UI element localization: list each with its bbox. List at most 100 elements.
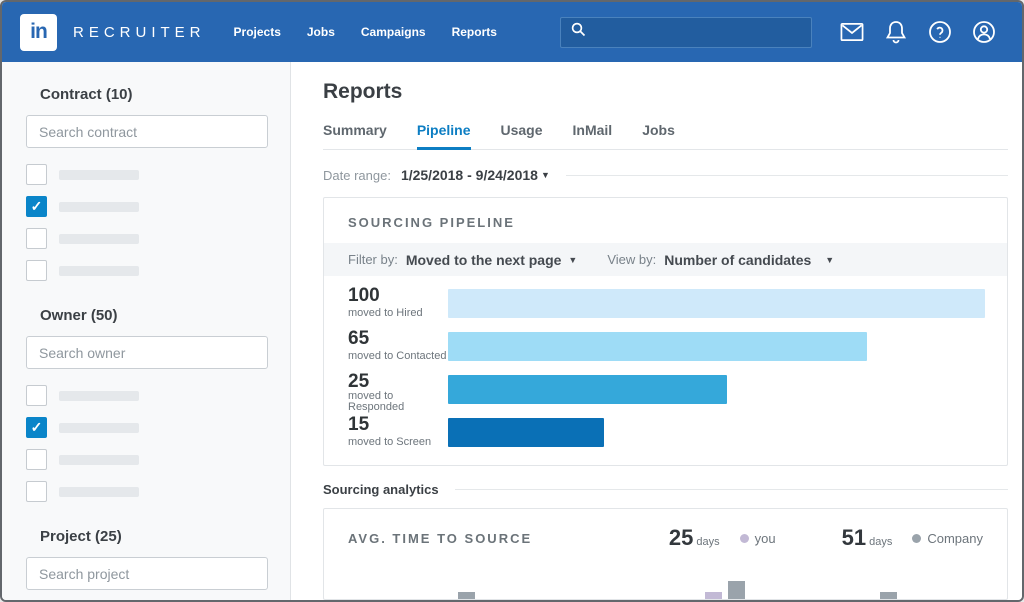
list-item [26, 228, 268, 249]
app-window: in RECRUITER Projects Jobs Campaigns Rep… [0, 0, 1024, 602]
contract-checkbox-3[interactable] [26, 228, 47, 249]
pipeline-filter-bar: Filter by: Moved to the next page ▼ View… [324, 243, 1007, 276]
brand-name: RECRUITER [73, 24, 206, 41]
view-by-dropdown[interactable]: Number of candidates [664, 252, 811, 268]
filter-section-project: Project (25) [26, 528, 268, 590]
sourcing-analytics-row: Sourcing analytics [323, 482, 1008, 497]
bar-track [448, 289, 985, 318]
tab-pipeline[interactable]: Pipeline [417, 122, 471, 149]
nav-link-jobs[interactable]: Jobs [307, 25, 335, 39]
nav-link-campaigns[interactable]: Campaigns [361, 25, 426, 39]
linkedin-logo-icon[interactable]: in [20, 14, 57, 51]
pipeline-stage-label: moved to Hired [348, 308, 448, 319]
contract-checkbox-4[interactable] [26, 260, 47, 281]
pipeline-stage-label: moved to Screen [348, 437, 448, 448]
search-owner-input[interactable] [26, 336, 268, 369]
you-days-unit: days [696, 536, 719, 548]
pipeline-stage-label: moved to Contacted [348, 351, 448, 362]
pipeline-row-meta: 100 moved to Hired [348, 286, 448, 319]
tab-jobs[interactable]: Jobs [642, 122, 675, 149]
pipeline-row-hired: 100 moved to Hired [348, 289, 985, 319]
pipeline-value: 65 [348, 329, 448, 348]
tab-summary[interactable]: Summary [323, 122, 387, 149]
contract-options-list [26, 164, 268, 281]
you-days-value: 25 [669, 525, 693, 551]
profile-icon[interactable] [972, 20, 996, 44]
chevron-down-icon[interactable]: ▼ [541, 170, 550, 180]
page-title: Reports [323, 80, 1008, 104]
pipeline-row-screen: 15 moved to Screen [348, 418, 985, 448]
bar-track [448, 418, 985, 447]
avg-time-to-source-card: AVG. TIME TO SOURCE 25 days you 51 days [323, 508, 1008, 600]
contract-option-label [59, 266, 139, 276]
bell-icon[interactable] [884, 20, 908, 44]
logo-text: in [30, 20, 47, 44]
owner-checkbox-1[interactable] [26, 385, 47, 406]
contract-option-label [59, 170, 139, 180]
legend-item-company: 51 days Company [842, 525, 983, 551]
sourcing-analytics-label: Sourcing analytics [323, 482, 439, 497]
owner-checkbox-2[interactable] [26, 417, 47, 438]
company-days-value: 51 [842, 525, 866, 551]
search-project-input[interactable] [26, 557, 268, 590]
owner-option-label [59, 391, 139, 401]
pipeline-bar-chart: 100 moved to Hired 65 moved to Contacted [324, 276, 1007, 465]
chevron-down-icon[interactable]: ▼ [568, 255, 577, 265]
pipeline-row-contacted: 65 moved to Contacted [348, 332, 985, 362]
list-item [26, 385, 268, 406]
filter-section-contract: Contract (10) [26, 86, 268, 281]
global-search-input[interactable] [560, 17, 812, 48]
date-range-selector[interactable]: 1/25/2018 - 9/24/2018 [401, 167, 538, 183]
pipeline-row-meta: 15 moved to Screen [348, 415, 448, 448]
list-item [26, 260, 268, 281]
owner-options-list [26, 385, 268, 502]
pipeline-value: 100 [348, 286, 448, 305]
help-icon[interactable] [928, 20, 952, 44]
contract-option-label [59, 202, 139, 212]
date-range-label: Date range: [323, 168, 391, 183]
list-item [26, 449, 268, 470]
filter-section-owner: Owner (50) [26, 307, 268, 502]
avg-card-title: AVG. TIME TO SOURCE [348, 531, 532, 546]
owner-section-title: Owner (50) [40, 307, 268, 324]
pipeline-value: 25 [348, 372, 448, 391]
company-dot-icon [912, 534, 921, 543]
date-range-row: Date range: 1/25/2018 - 9/24/2018 ▼ [323, 167, 1008, 183]
owner-checkbox-3[interactable] [26, 449, 47, 470]
owner-checkbox-4[interactable] [26, 481, 47, 502]
tab-inmail[interactable]: InMail [573, 122, 613, 149]
pipeline-card-header: SOURCING PIPELINE [324, 198, 1007, 243]
pipeline-card-title: SOURCING PIPELINE [348, 215, 515, 230]
owner-option-label [59, 455, 139, 465]
you-dot-icon [740, 534, 749, 543]
pipeline-bar [448, 332, 867, 361]
chevron-down-icon[interactable]: ▼ [825, 255, 834, 265]
pipeline-row-meta: 65 moved to Contacted [348, 329, 448, 362]
filter-by-dropdown[interactable]: Moved to the next page [406, 252, 562, 268]
nav-icon-group [840, 20, 996, 44]
pipeline-value: 15 [348, 415, 448, 434]
avg-card-header: AVG. TIME TO SOURCE 25 days you 51 days [324, 509, 1007, 557]
bar-track [448, 332, 985, 361]
search-contract-input[interactable] [26, 115, 268, 148]
contract-checkbox-1[interactable] [26, 164, 47, 185]
you-legend-label: you [755, 531, 776, 546]
company-days-unit: days [869, 536, 892, 548]
avg-chart-legend: 25 days you 51 days Company [669, 525, 983, 551]
report-tabs: Summary Pipeline Usage InMail Jobs [323, 122, 1008, 150]
pipeline-bar [448, 418, 604, 447]
avg-time-bar-chart [324, 567, 1007, 600]
pipeline-row-responded: 25 moved to Responded [348, 375, 985, 405]
mail-icon[interactable] [840, 20, 864, 44]
company-legend-label: Company [927, 531, 983, 546]
avg-chart-bar [705, 592, 722, 600]
contract-checkbox-2[interactable] [26, 196, 47, 217]
tab-usage[interactable]: Usage [501, 122, 543, 149]
project-section-title: Project (25) [40, 528, 268, 545]
divider [455, 489, 1008, 490]
owner-option-label [59, 423, 139, 433]
nav-link-projects[interactable]: Projects [234, 25, 281, 39]
nav-link-reports[interactable]: Reports [452, 25, 497, 39]
avg-chart-bar [728, 581, 745, 600]
view-by-label: View by: [607, 252, 656, 267]
